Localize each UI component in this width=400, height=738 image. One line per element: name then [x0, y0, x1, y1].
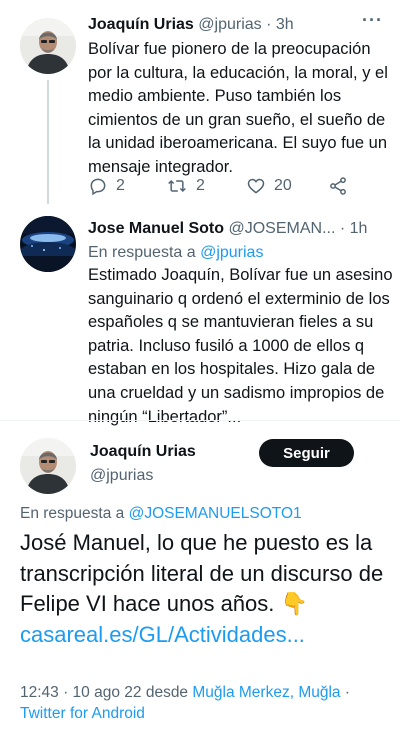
avatar-joaquin[interactable] — [20, 438, 76, 494]
avatar-jose-manuel[interactable] — [20, 216, 76, 272]
reply-handle-link[interactable]: @jpurias — [200, 244, 263, 261]
tweet-3-text: José Manuel, lo que he puesto es la tran… — [20, 528, 388, 650]
author-name[interactable]: Joaquín Urias — [88, 16, 194, 33]
tweet-1-actions: 2 2 20 — [88, 176, 356, 196]
tweet-3-body: José Manuel, lo que he puesto es la tran… — [20, 530, 384, 616]
author-handle[interactable]: @JOSEMAN... — [228, 220, 335, 237]
separator: · — [266, 16, 272, 33]
share-icon — [330, 177, 346, 195]
author-handle[interactable]: @jpurias — [198, 16, 261, 33]
reply-bubble-icon — [90, 178, 106, 196]
reply-prefix: En respuesta a — [20, 505, 129, 522]
tweet-3-author-handle[interactable]: @jpurias — [90, 466, 153, 486]
tweet-3-focused: Joaquín Urias @jpurias Seguir En respues… — [0, 420, 400, 738]
reply-context: En respuesta a @jpurias — [88, 244, 263, 262]
reply-context: En respuesta a @JOSEMANUELSOTO1 — [20, 505, 302, 523]
retweet-action[interactable]: 2 — [166, 176, 246, 196]
tweet-time[interactable]: 1h — [350, 220, 368, 237]
reply-count: 2 — [116, 177, 125, 194]
reply-action[interactable]: 2 — [88, 176, 166, 196]
heart-icon — [247, 178, 265, 194]
tweet-metadata: 12:43 · 10 ago 22 desde Muğla Merkez, Mu… — [20, 682, 390, 724]
separator: · — [339, 220, 346, 237]
separator: · — [340, 684, 351, 701]
author-handle[interactable]: @jpurias — [90, 467, 153, 484]
source-link[interactable]: Twitter for Android — [20, 705, 145, 722]
reply-prefix: En respuesta a — [88, 244, 201, 261]
tweet-time[interactable]: 3h — [276, 16, 294, 33]
timestamp[interactable]: 12:43 · 10 ago 22 desde — [20, 684, 192, 701]
more-horizontal-icon[interactable]: ··· — [362, 10, 383, 31]
like-action[interactable]: 20 — [246, 176, 328, 196]
pointing-down-emoji: 👇 — [280, 591, 308, 616]
tweet-2-text: Estimado Joaquín, Bolívar fue un asesino… — [88, 266, 393, 426]
author-name[interactable]: Joaquín Urias — [90, 443, 196, 460]
author-name[interactable]: Jose Manuel Soto — [88, 220, 224, 237]
tweet-2-header: Jose Manuel Soto @JOSEMAN... · 1h — [88, 219, 367, 239]
retweet-count: 2 — [196, 177, 205, 194]
tweet-link[interactable]: casareal.es/GL/Actividades... — [20, 622, 305, 647]
tweet-2[interactable]: Jose Manuel Soto @JOSEMAN... · 1h En res… — [0, 204, 400, 426]
tweet-1-text: Bolívar fue pionero de la preocupación p… — [88, 40, 388, 176]
like-count: 20 — [274, 177, 292, 194]
thread-line — [47, 80, 49, 204]
retweet-icon — [168, 179, 186, 193]
share-action[interactable] — [328, 176, 356, 196]
tweet-1[interactable]: Joaquín Urias @jpurias · 3h ··· Bolívar … — [0, 0, 400, 204]
reply-handle-link[interactable]: @JOSEMANUELSOTO1 — [129, 505, 302, 522]
follow-button[interactable]: Seguir — [259, 439, 354, 467]
tweet-3-author-name[interactable]: Joaquín Urias — [90, 442, 196, 462]
tweet-1-header: Joaquín Urias @jpurias · 3h — [88, 15, 294, 35]
avatar-joaquin[interactable] — [20, 18, 76, 74]
location-link[interactable]: Muğla Merkez, Muğla — [192, 684, 340, 701]
